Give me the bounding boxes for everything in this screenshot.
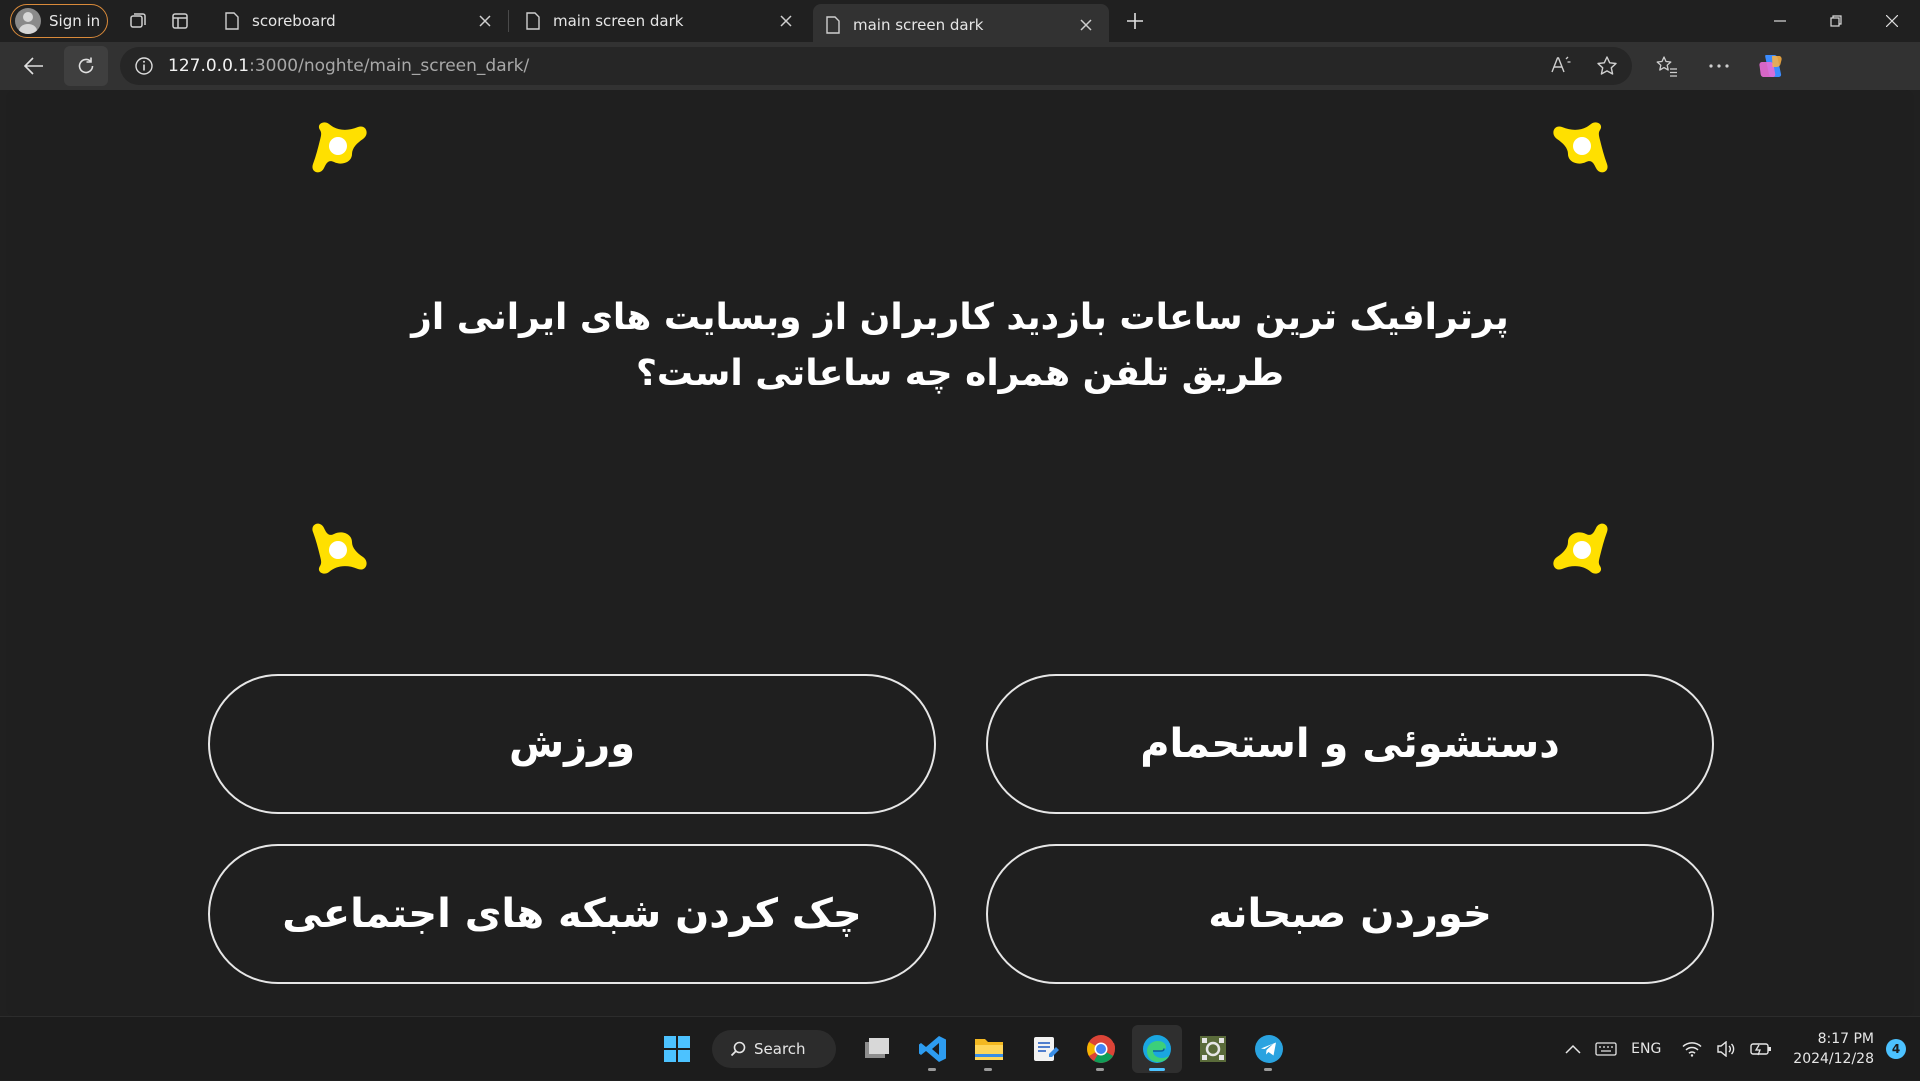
windows-logo-icon: [664, 1036, 690, 1062]
corner-marker-icon: [312, 122, 367, 173]
running-indicator: [984, 1068, 992, 1071]
close-window-icon[interactable]: [1864, 0, 1920, 42]
page-icon: [826, 16, 840, 34]
search-label: Search: [754, 1040, 806, 1058]
clock-time: 8:17 PM: [1817, 1031, 1874, 1047]
edge-icon[interactable]: [1132, 1025, 1182, 1073]
clock[interactable]: 8:17 PM 2024/12/28: [1793, 1029, 1874, 1069]
vscode-icon[interactable]: [908, 1025, 958, 1073]
question-text: پرترافیک ترین ساعات بازدید کاربران از وب…: [411, 297, 1509, 394]
minimize-icon[interactable]: [1752, 0, 1808, 42]
favorite-star-icon[interactable]: [1596, 55, 1618, 77]
taskbar-apps: Search: [652, 1025, 1294, 1073]
start-button[interactable]: [652, 1025, 702, 1073]
reload-icon[interactable]: [64, 46, 108, 86]
running-indicator: [1149, 1068, 1165, 1071]
url-host: 127.0.0.1: [168, 56, 250, 76]
file-explorer-icon[interactable]: [964, 1025, 1014, 1073]
chevron-up-icon[interactable]: [1565, 1029, 1581, 1069]
tab-scoreboard[interactable]: scoreboard: [212, 4, 508, 38]
notepad-icon[interactable]: [1020, 1025, 1070, 1073]
battery-icon[interactable]: [1750, 1029, 1772, 1069]
answer-button-3[interactable]: خوردن صبحانه: [986, 844, 1714, 984]
copilot-icon[interactable]: [1750, 46, 1792, 86]
more-options-icon[interactable]: [1698, 46, 1740, 86]
profile-button[interactable]: Sign in: [10, 4, 108, 38]
running-indicator: [1096, 1068, 1104, 1071]
vertical-tabs-icon[interactable]: [160, 4, 200, 38]
corner-marker-icon: [1553, 122, 1608, 173]
tab-title: scoreboard: [252, 12, 336, 30]
notification-badge[interactable]: 4: [1886, 1039, 1906, 1059]
utility-app-icon[interactable]: [1188, 1025, 1238, 1073]
restore-icon[interactable]: [1808, 0, 1864, 42]
keyboard-icon[interactable]: [1595, 1029, 1617, 1069]
url-text: 127.0.0.1:3000/noghte/main_screen_dark/: [168, 56, 529, 76]
taskbar-search[interactable]: Search: [712, 1030, 836, 1068]
answer-button-2[interactable]: ورزش: [208, 674, 936, 814]
tab-main-screen-dark[interactable]: main screen dark: [513, 4, 809, 38]
system-tray: ENG 8:17 PM 2024/12/28 4: [1558, 1017, 1920, 1081]
clock-date: 2024/12/28: [1793, 1051, 1874, 1067]
new-tab-icon[interactable]: [1117, 4, 1153, 38]
corner-marker-icon: [312, 523, 367, 574]
page-icon: [225, 12, 239, 30]
browser-tab-strip: Sign in scoreboard main screen dark main…: [0, 0, 1920, 46]
profile-label: Sign in: [49, 12, 101, 30]
page-icon: [526, 12, 540, 30]
url-field[interactable]: 127.0.0.1:3000/noghte/main_screen_dark/: [120, 47, 1632, 85]
tab-title: main screen dark: [853, 16, 984, 34]
url-path: :3000/noghte/main_screen_dark/: [249, 56, 530, 76]
quiz-page: پرترافیک ترین ساعات بازدید کاربران از وب…: [6, 90, 1914, 1016]
workspaces-icon[interactable]: [118, 4, 158, 38]
window-controls: [1752, 0, 1920, 42]
windows-taskbar: Search ENG 8:17 PM 2024/12/28 4: [0, 1016, 1920, 1080]
read-aloud-icon[interactable]: [1550, 55, 1572, 75]
back-icon[interactable]: [12, 46, 56, 86]
tab-separator: [508, 10, 509, 32]
tab-main-screen-dark-active[interactable]: main screen dark: [813, 4, 1109, 46]
chrome-icon[interactable]: [1076, 1025, 1126, 1073]
close-tab-icon[interactable]: [775, 10, 797, 32]
corner-marker-icon: [1553, 523, 1608, 574]
tab-title: main screen dark: [553, 12, 684, 30]
address-bar-row: 127.0.0.1:3000/noghte/main_screen_dark/: [0, 42, 1920, 90]
wifi-icon[interactable]: [1682, 1029, 1702, 1069]
answer-button-1[interactable]: دستشوئی و استحمام: [986, 674, 1714, 814]
running-indicator: [1264, 1068, 1272, 1071]
favorites-icon[interactable]: [1646, 46, 1688, 86]
answer-button-4[interactable]: چک کردن شبکه های اجتماعی: [208, 844, 936, 984]
telegram-icon[interactable]: [1244, 1025, 1294, 1073]
task-view-icon[interactable]: [852, 1025, 902, 1073]
search-icon: [730, 1041, 746, 1057]
running-indicator: [928, 1068, 936, 1071]
site-info-icon[interactable]: [134, 56, 154, 76]
volume-icon[interactable]: [1716, 1029, 1736, 1069]
close-tab-icon[interactable]: [1075, 14, 1097, 36]
close-tab-icon[interactable]: [474, 10, 496, 32]
avatar-icon: [15, 8, 41, 34]
language-indicator[interactable]: ENG: [1631, 1029, 1661, 1069]
